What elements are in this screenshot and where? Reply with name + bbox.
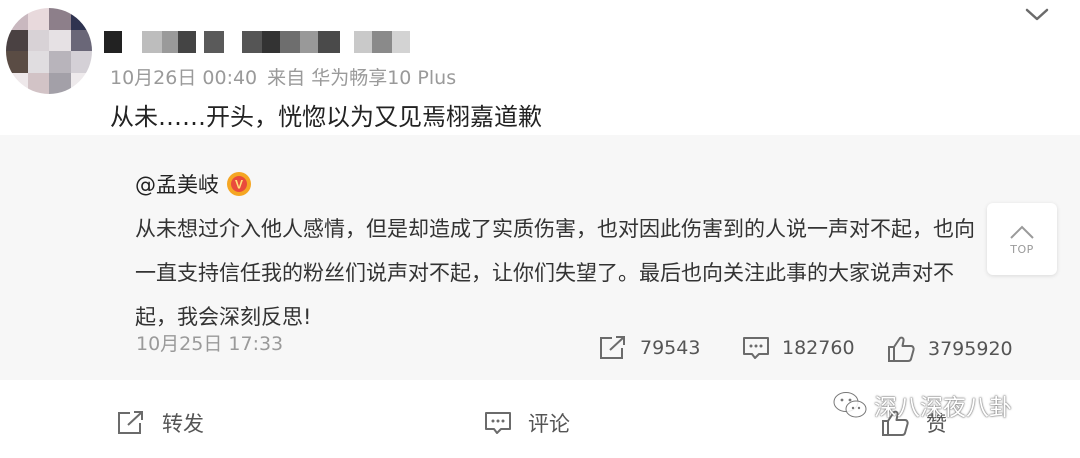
repost-like-stat[interactable]: 3795920: [886, 335, 1013, 363]
top-label: TOP: [1010, 242, 1034, 256]
like-count: 3795920: [928, 338, 1013, 360]
comment-icon: [485, 412, 511, 434]
share-count: 79543: [640, 337, 701, 359]
watermark-text: 深八深夜八卦: [874, 395, 1012, 421]
post-header: 10月26日 00:40 来自 华为畅享10 Plus 从未……开头，恍惚以为又见…: [0, 0, 1080, 135]
comment-icon: [743, 337, 769, 359]
svg-text:V: V: [235, 178, 243, 192]
repost-comment-stat[interactable]: 182760: [742, 335, 855, 361]
forward-label: 转发: [162, 412, 204, 436]
thumbs-up-icon: [888, 336, 915, 362]
avatar[interactable]: [6, 8, 92, 94]
verified-badge-icon: V: [227, 172, 251, 196]
repost-share-stat[interactable]: 79543: [598, 335, 700, 361]
comment-button[interactable]: 评论: [484, 408, 570, 438]
watermark: 深八深夜八卦: [832, 388, 1012, 422]
reposted-card[interactable]: @孟美岐 V 从未想过介入他人感情，但是却造成了实质伤害，也对因此伤害到的人说一…: [0, 135, 1080, 380]
forward-button[interactable]: 转发: [116, 408, 204, 438]
share-icon: [118, 411, 143, 434]
chevron-up-icon: [1010, 225, 1034, 239]
post-source: 来自 华为畅享10 Plus: [267, 67, 457, 89]
repost-username[interactable]: @孟美岐: [135, 169, 219, 199]
post-meta: 10月26日 00:40 来自 华为畅享10 Plus: [110, 63, 456, 90]
chevron-down-icon[interactable]: [1022, 4, 1052, 26]
repost-user[interactable]: @孟美岐 V: [135, 169, 251, 199]
post-text: 从未……开头，恍惚以为又见焉栩嘉道歉: [110, 103, 542, 131]
repost-text: 从未想过介入他人感情，但是却造成了实质伤害，也对因此伤害到的人说一声对不起，也向…: [135, 217, 975, 329]
back-to-top-button[interactable]: TOP: [987, 203, 1057, 275]
repost-timestamp: 10月25日 17:33: [136, 333, 284, 355]
wechat-icon: [833, 392, 867, 418]
comment-label: 评论: [528, 412, 570, 436]
share-icon: [600, 336, 625, 359]
post-timestamp: 10月26日 00:40: [110, 67, 258, 89]
comment-count: 182760: [782, 337, 855, 359]
blurred-username[interactable]: [104, 31, 410, 53]
